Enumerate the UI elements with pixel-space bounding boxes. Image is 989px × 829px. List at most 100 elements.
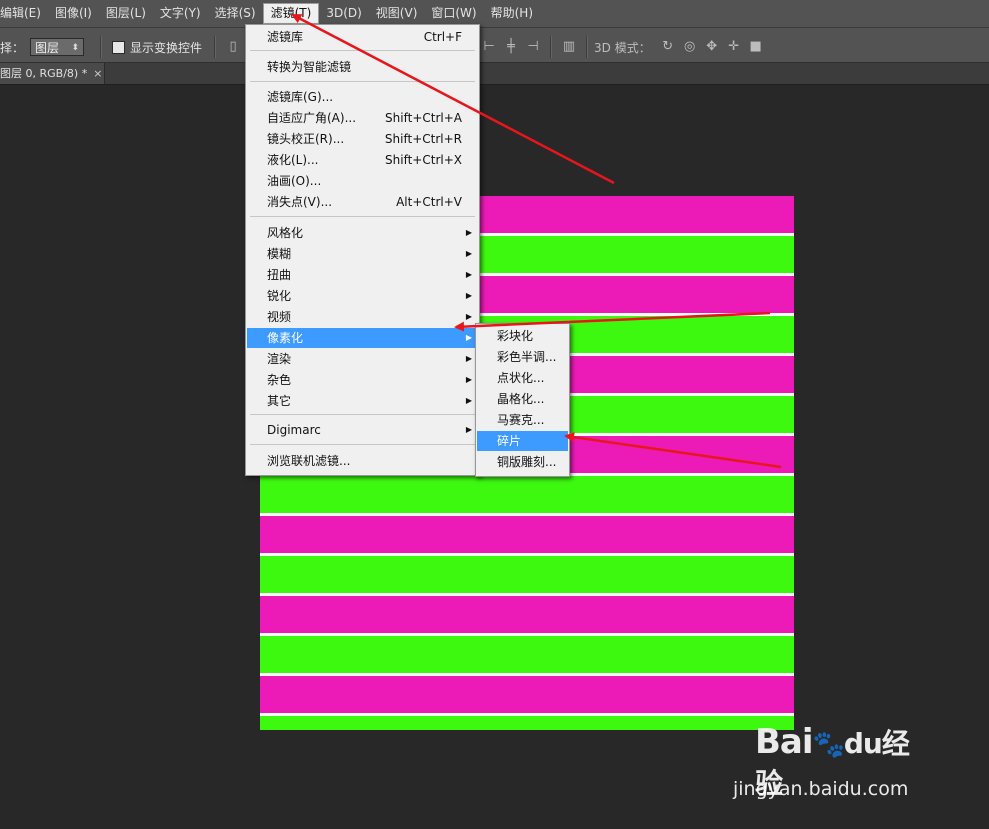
menu-view[interactable]: 视图(V) [369, 3, 425, 24]
menu-item-label: 滤镜库(G)... [267, 90, 334, 104]
menu-item-shortcut: Alt+Ctrl+V [396, 195, 462, 209]
filter-menu: 滤镜库 Ctrl+F 转换为智能滤镜 滤镜库(G)... 自适应广角(A)...… [245, 24, 480, 476]
canvas-stripe [260, 716, 794, 730]
show-transform-label: 显示变换控件 [130, 40, 203, 55]
menu-divider [250, 81, 475, 82]
menu-type[interactable]: 文字(Y) [153, 3, 208, 24]
submenu-arrow-icon: ▶ [465, 396, 472, 405]
divider [100, 36, 103, 58]
menu-item-video[interactable]: 视频 ▶ [247, 307, 478, 327]
close-icon[interactable]: × [93, 67, 102, 80]
menu-item-shortcut: Ctrl+F [423, 30, 462, 44]
menu-divider [250, 414, 475, 415]
menu-item-filter-gallery[interactable]: 滤镜库(G)... [247, 87, 478, 107]
menu-item-facet[interactable]: 彩块化 [477, 326, 568, 346]
menu-item-label: 风格化 [267, 226, 304, 240]
menu-filter[interactable]: 滤镜(T) [262, 3, 320, 24]
menu-item-browse-online-filters[interactable]: 浏览联机滤镜... [247, 451, 478, 471]
menu-item-label: 消失点(V)... [267, 195, 333, 209]
menu-item-label: 彩块化 [497, 329, 534, 343]
submenu-arrow-icon: ▶ [465, 354, 472, 363]
menu-layer[interactable]: 图层(L) [99, 3, 153, 24]
menu-item-oil-paint[interactable]: 油画(O)... [247, 171, 478, 191]
auto-select-value: 图层 [35, 41, 60, 55]
submenu-arrow-icon: ▶ [465, 228, 472, 237]
submenu-arrow-icon: ▶ [465, 333, 472, 342]
align-top-icon[interactable]: ▯ [225, 39, 241, 55]
slide-3d-icon[interactable]: ✛ [726, 39, 742, 55]
menu-item-shortcut: Shift+Ctrl+R [384, 132, 462, 146]
canvas-stripe [260, 476, 794, 513]
menu-item-stylize[interactable]: 风格化 ▶ [247, 223, 478, 243]
menu-item-label: 自适应广角(A)... [267, 111, 357, 125]
menu-item-label: 其它 [267, 394, 292, 408]
chevron-updown-icon: ⬍ [71, 43, 80, 53]
menu-item-label: 渲染 [267, 352, 292, 366]
menu-image[interactable]: 图像(I) [48, 3, 99, 24]
menu-item-label: 扭曲 [267, 268, 292, 282]
submenu-arrow-icon: ▶ [465, 249, 472, 258]
auto-select-label: 择： [0, 40, 25, 55]
document-tab[interactable]: 图层 0, RGB/8) * × [0, 63, 105, 84]
menu-item-filter-gallery-last[interactable]: 滤镜库 Ctrl+F [247, 27, 478, 47]
menu-item-convert-smart-filter[interactable]: 转换为智能滤镜 [247, 57, 478, 77]
menu-divider [250, 50, 475, 51]
options-bar: 择： 图层 ⬍ 显示变换控件 ▯ ⊢ ╪ ⊣ ▥ 3D 模式： ↻ ◎ ✥ ✛ … [0, 28, 989, 63]
menu-item-liquify[interactable]: 液化(L)... Shift+Ctrl+X [247, 150, 478, 170]
menu-item-label: 模糊 [267, 247, 292, 261]
menu-item-vanishing-point[interactable]: 消失点(V)... Alt+Ctrl+V [247, 192, 478, 212]
menu-item-mezzotint[interactable]: 铜版雕刻... [477, 452, 568, 472]
align-right-edges-icon[interactable]: ⊣ [525, 39, 541, 55]
menu-item-noise[interactable]: 杂色 ▶ [247, 370, 478, 390]
distribute-icon[interactable]: ▥ [561, 39, 577, 55]
menu-item-fragment[interactable]: 碎片 [477, 431, 568, 451]
menu-item-label: 马赛克... [497, 413, 545, 427]
menu-select[interactable]: 选择(S) [208, 3, 263, 24]
rotate-3d-icon[interactable]: ↻ [660, 39, 676, 55]
scale-3d-icon[interactable]: ■ [748, 39, 764, 55]
menu-item-distort[interactable]: 扭曲 ▶ [247, 265, 478, 285]
menu-divider [250, 216, 475, 217]
menu-item-label: 油画(O)... [267, 174, 322, 188]
pixelate-submenu: 彩块化 彩色半调... 点状化... 晶格化... 马赛克... 碎片 铜版雕刻… [475, 323, 570, 477]
menu-item-blur[interactable]: 模糊 ▶ [247, 244, 478, 264]
menu-item-other[interactable]: 其它 ▶ [247, 391, 478, 411]
menu-item-label: 晶格化... [497, 392, 545, 406]
align-horizontal-centers-icon[interactable]: ╪ [503, 39, 519, 55]
menu-item-pixelate[interactable]: 像素化 ▶ [247, 328, 478, 348]
baidu-watermark: Bai🐾du经验 jingyan.baidu.com [733, 722, 935, 812]
canvas-stripe [260, 676, 794, 713]
menu-item-label: 转换为智能滤镜 [267, 60, 352, 74]
menu-item-lens-correction[interactable]: 镜头校正(R)... Shift+Ctrl+R [247, 129, 478, 149]
menu-item-digimarc[interactable]: Digimarc ▶ [247, 420, 478, 440]
menu-item-label: 铜版雕刻... [497, 455, 557, 469]
auto-select-dropdown[interactable]: 图层 ⬍ [30, 38, 85, 56]
menu-item-adaptive-wide-angle[interactable]: 自适应广角(A)... Shift+Ctrl+A [247, 108, 478, 128]
menu-item-render[interactable]: 渲染 ▶ [247, 349, 478, 369]
menu-item-label: 浏览联机滤镜... [267, 454, 351, 468]
mode-3d-label: 3D 模式： [594, 40, 651, 55]
submenu-arrow-icon: ▶ [465, 270, 472, 279]
menu-item-label: 镜头校正(R)... [267, 132, 345, 146]
menu-item-crystallize[interactable]: 晶格化... [477, 389, 568, 409]
document-tab-bar: 图层 0, RGB/8) * × [0, 63, 989, 85]
submenu-arrow-icon: ▶ [465, 291, 472, 300]
canvas-stripe [260, 516, 794, 553]
menu-item-sharpen[interactable]: 锐化 ▶ [247, 286, 478, 306]
menu-item-color-halftone[interactable]: 彩色半调... [477, 347, 568, 367]
drag-3d-icon[interactable]: ✥ [704, 39, 720, 55]
divider [586, 36, 588, 58]
show-transform-checkbox[interactable] [112, 40, 126, 54]
menu-edit[interactable]: 编辑(E) [0, 3, 48, 24]
menu-window[interactable]: 窗口(W) [424, 3, 483, 24]
menu-item-label: 彩色半调... [497, 350, 557, 364]
roll-3d-icon[interactable]: ◎ [682, 39, 698, 55]
menu-item-label: 视频 [267, 310, 292, 324]
align-left-edges-icon[interactable]: ⊢ [481, 39, 497, 55]
menu-item-pointillize[interactable]: 点状化... [477, 368, 568, 388]
menu-item-label: 滤镜库 [267, 30, 304, 44]
menu-help[interactable]: 帮助(H) [484, 3, 540, 24]
menu-item-mosaic[interactable]: 马赛克... [477, 410, 568, 430]
watermark-brand: Bai [755, 722, 814, 762]
menu-3d[interactable]: 3D(D) [319, 3, 368, 24]
